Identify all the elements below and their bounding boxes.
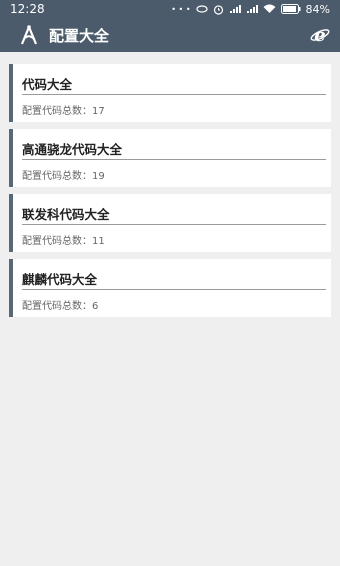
notification-dots: • • • <box>171 4 191 14</box>
compass-a-logo-icon <box>20 25 38 45</box>
list-item-title: 代码大全 <box>22 64 326 95</box>
page-title: 配置大全 <box>49 26 110 45</box>
svg-text:e: e <box>314 25 325 45</box>
list-item-count: 配置代码总数：6 <box>22 301 99 312</box>
signal-icon-2 <box>246 5 258 13</box>
list-item-count: 配置代码总数：17 <box>22 106 105 117</box>
status-icons: • • • 84% <box>171 3 330 16</box>
list-item-title: 高通骁龙代码大全 <box>22 129 326 160</box>
link-icon <box>195 5 208 13</box>
list-item-title: 联发科代码大全 <box>22 194 326 225</box>
list-item[interactable]: 麒麟代码大全 配置代码总数：6 <box>9 259 331 317</box>
list-item[interactable]: 高通骁龙代码大全 配置代码总数：19 <box>9 129 331 187</box>
ie-browser-icon: e <box>310 25 330 45</box>
code-list: 代码大全 配置代码总数：17 高通骁龙代码大全 配置代码总数：19 联发科代码大… <box>0 52 340 317</box>
alarm-icon <box>213 4 223 15</box>
signal-icon <box>229 5 241 13</box>
battery-percent: 84% <box>305 2 330 16</box>
browser-button[interactable]: e <box>308 23 332 47</box>
list-item-count: 配置代码总数：19 <box>22 171 105 182</box>
list-item[interactable]: 联发科代码大全 配置代码总数：11 <box>9 194 331 252</box>
status-time: 12:28 <box>10 2 45 16</box>
list-item-title: 麒麟代码大全 <box>22 259 326 290</box>
list-item[interactable]: 代码大全 配置代码总数：17 <box>9 64 331 122</box>
wifi-icon <box>263 4 276 13</box>
status-bar: 12:28 • • • 84% <box>0 0 340 18</box>
battery-icon <box>280 4 301 14</box>
list-item-count: 配置代码总数：11 <box>22 236 105 247</box>
app-bar: 配置大全 e <box>0 18 340 52</box>
